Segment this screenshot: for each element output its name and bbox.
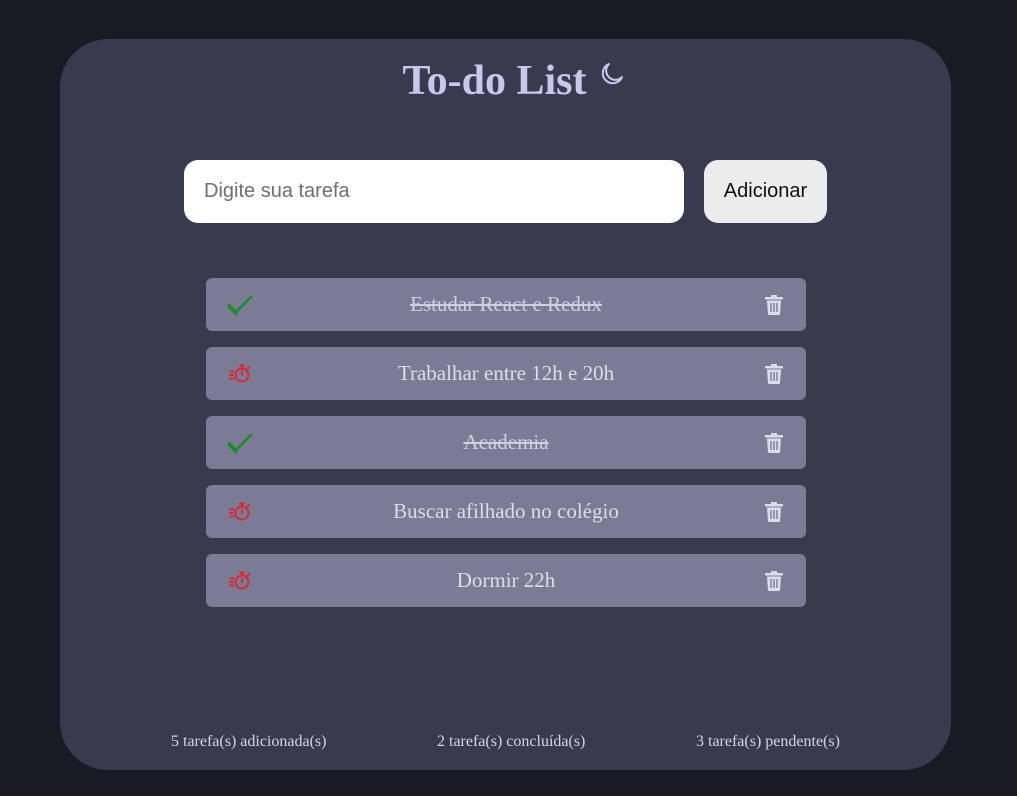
trash-icon[interactable] bbox=[762, 293, 786, 317]
trash-icon[interactable] bbox=[762, 431, 786, 455]
task-item: Dormir 22h bbox=[206, 554, 806, 607]
pending-count: 3 tarefa(s) pendente(s) bbox=[696, 733, 840, 750]
added-count: 5 tarefa(s) adicionada(s) bbox=[171, 733, 327, 750]
task-item: Buscar afilhado no colégio bbox=[206, 485, 806, 538]
check-icon[interactable] bbox=[226, 429, 254, 457]
stopwatch-icon[interactable] bbox=[226, 567, 254, 595]
task-item: Academia bbox=[206, 416, 806, 469]
task-summary: 5 tarefa(s) adicionada(s) 2 tarefa(s) co… bbox=[60, 733, 951, 755]
task-form: Adicionar bbox=[184, 160, 827, 223]
moon-icon[interactable] bbox=[595, 57, 629, 91]
header: To-do List bbox=[60, 57, 951, 105]
add-task-button[interactable]: Adicionar bbox=[704, 160, 827, 223]
task-text: Buscar afilhado no colégio bbox=[393, 499, 619, 523]
trash-icon[interactable] bbox=[762, 500, 786, 524]
task-item: Trabalhar entre 12h e 20h bbox=[206, 347, 806, 400]
trash-icon[interactable] bbox=[762, 569, 786, 593]
trash-icon[interactable] bbox=[762, 362, 786, 386]
stopwatch-icon[interactable] bbox=[226, 360, 254, 388]
page-title: To-do List bbox=[402, 58, 587, 104]
task-item: Estudar React e Redux bbox=[206, 278, 806, 331]
todo-card: To-do List Adicionar Estudar React e Red… bbox=[60, 39, 951, 770]
task-input[interactable] bbox=[184, 160, 684, 223]
check-icon[interactable] bbox=[226, 291, 254, 319]
task-text: Estudar React e Redux bbox=[410, 292, 602, 316]
task-text: Academia bbox=[463, 430, 549, 454]
task-text: Dormir 22h bbox=[456, 568, 556, 592]
task-list: Estudar React e Redux Trabalhar entre 12… bbox=[206, 278, 806, 623]
stopwatch-icon[interactable] bbox=[226, 498, 254, 526]
task-text: Trabalhar entre 12h e 20h bbox=[397, 361, 615, 385]
done-count: 2 tarefa(s) concluída(s) bbox=[437, 733, 586, 750]
